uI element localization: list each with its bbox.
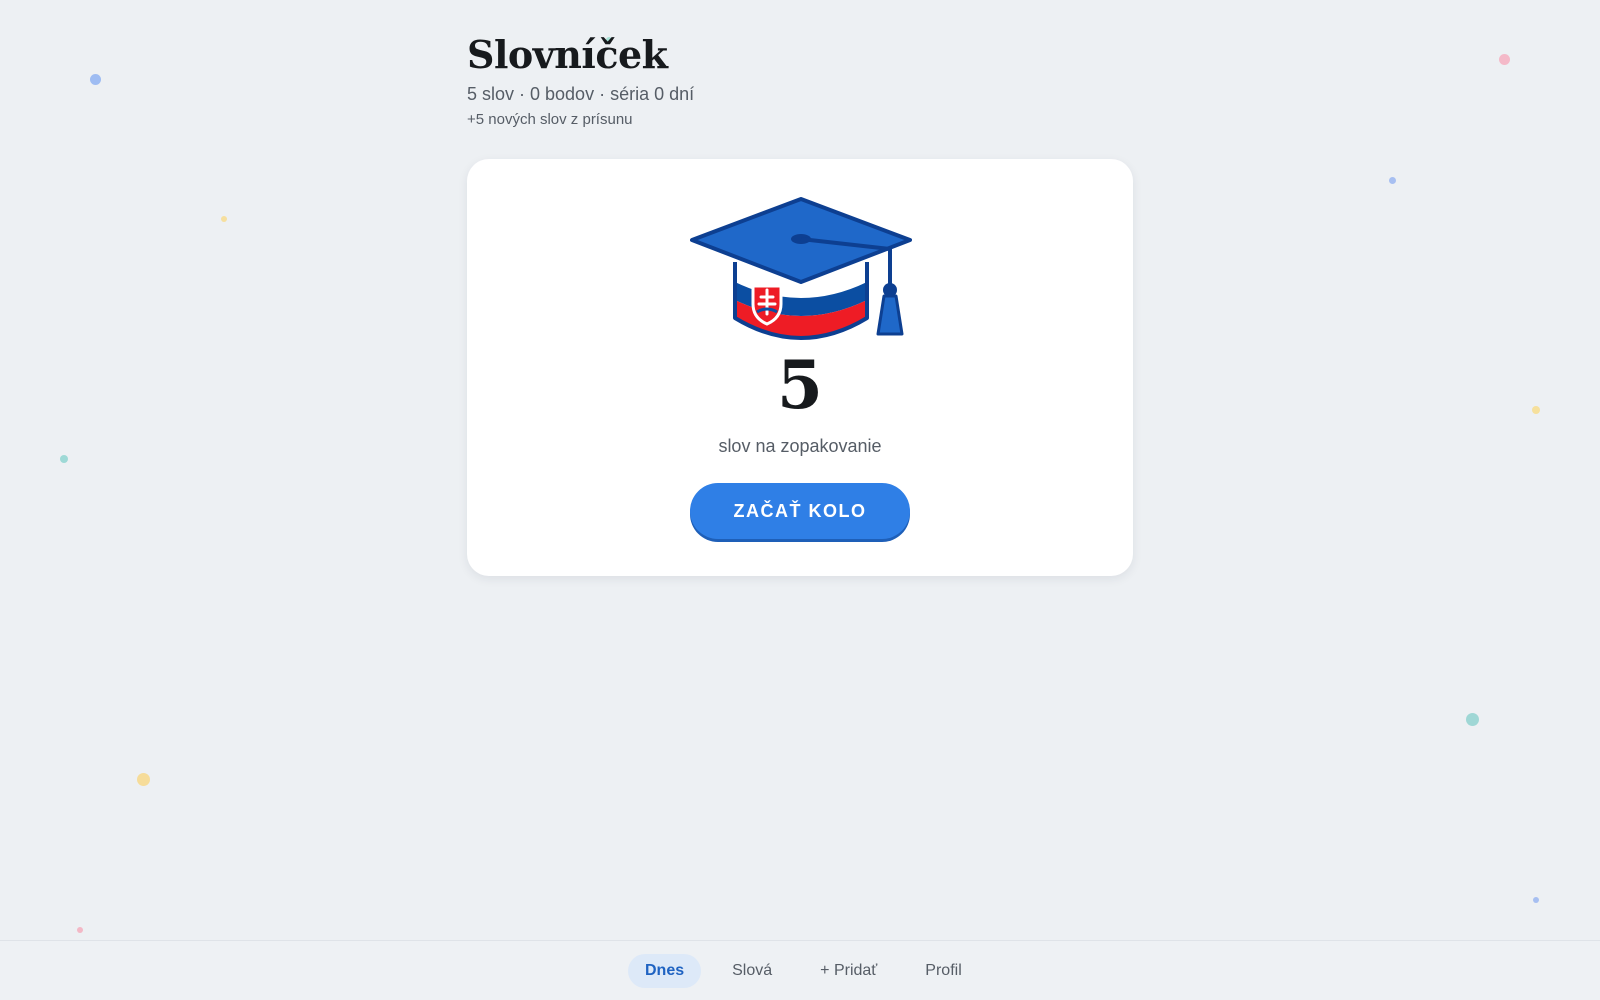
review-count-label: slov na zopakovanie [718, 436, 882, 456]
nav-item-words[interactable]: Slová [715, 954, 789, 988]
nav-item-profile[interactable]: Profil [908, 954, 978, 988]
bottom-nav: Dnes Slová + Pridať Profil [0, 940, 1600, 1000]
nav-item-add[interactable]: + Pridať [803, 954, 894, 988]
nav-item-today[interactable]: Dnes [628, 954, 702, 988]
stats-line: 5 slov · 0 bodov · séria 0 dní [467, 83, 695, 104]
decorative-dot [1533, 897, 1539, 903]
decorative-dot [60, 455, 68, 463]
decorative-dot [90, 74, 101, 85]
review-count: 5 [777, 346, 823, 424]
graduation-cap-icon [690, 197, 912, 340]
decorative-dot [1499, 54, 1510, 65]
decorative-dot [1466, 713, 1479, 726]
start-round-button[interactable]: ZAČAŤ KOLO [690, 483, 910, 539]
app-screen: Slovníček 5 slov · 0 bodov · séria 0 dní… [0, 0, 1600, 1000]
page-header: Slovníček 5 slov · 0 bodov · séria 0 dní… [467, 34, 694, 128]
decorative-dot [137, 773, 150, 786]
nav-items: Dnes Slová + Pridať Profil [628, 954, 979, 988]
app-title: Slovníček [467, 32, 668, 77]
new-words-note: +5 nových slov z prísunu [467, 110, 633, 128]
review-card: 5 slov na zopakovanie ZAČAŤ KOLO [467, 159, 1133, 576]
decorative-dot [221, 216, 227, 222]
decorative-dot [1532, 406, 1540, 414]
decorative-dot [1389, 177, 1396, 184]
decorative-dot [77, 927, 83, 933]
